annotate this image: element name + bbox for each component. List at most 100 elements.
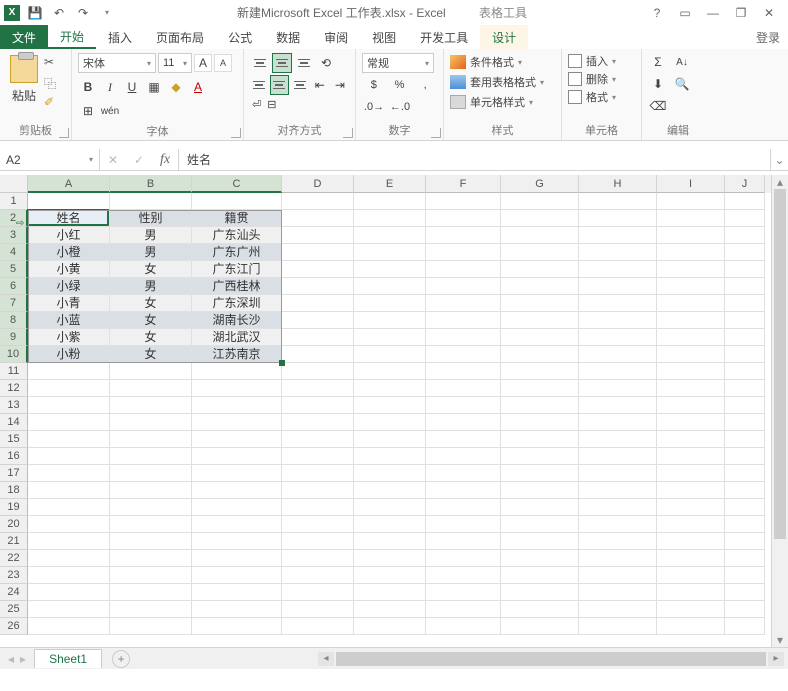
column-header-A[interactable]: A	[28, 175, 110, 193]
bold-button[interactable]: B	[78, 77, 98, 97]
cell[interactable]	[501, 584, 579, 601]
cell[interactable]	[579, 380, 657, 397]
cell[interactable]	[192, 533, 282, 550]
cell[interactable]	[426, 499, 501, 516]
scroll-down-icon[interactable]: ▾	[772, 633, 788, 647]
new-sheet-button[interactable]: +	[112, 650, 130, 668]
cell[interactable]	[110, 380, 192, 397]
cell[interactable]	[28, 397, 110, 414]
row-header[interactable]: 20	[0, 516, 28, 533]
cell[interactable]	[282, 618, 354, 635]
cell[interactable]: 籍贯	[192, 210, 282, 227]
column-header-G[interactable]: G	[501, 175, 579, 193]
expand-formula-bar-icon[interactable]: ⌄	[770, 149, 788, 170]
cell[interactable]	[579, 448, 657, 465]
cell[interactable]	[657, 363, 725, 380]
cell[interactable]	[282, 363, 354, 380]
cell[interactable]	[28, 567, 110, 584]
cell[interactable]	[579, 584, 657, 601]
delete-cells-button[interactable]: 删除▾	[568, 71, 635, 87]
vertical-scrollbar[interactable]: ▴ ▾	[771, 175, 788, 647]
cell[interactable]	[282, 312, 354, 329]
align-left-button[interactable]	[250, 75, 268, 95]
column-header-I[interactable]: I	[657, 175, 725, 193]
vertical-scroll-thumb[interactable]	[774, 189, 786, 539]
merge-center-button[interactable]: ⊟	[265, 97, 278, 112]
cell[interactable]	[579, 227, 657, 244]
cell[interactable]	[725, 618, 765, 635]
cell[interactable]	[110, 414, 192, 431]
cell[interactable]	[354, 584, 426, 601]
cell[interactable]: 小橙	[28, 244, 110, 261]
cell[interactable]	[725, 278, 765, 295]
font-color-button[interactable]: A	[188, 77, 208, 97]
cell[interactable]	[282, 516, 354, 533]
cell[interactable]: 女	[110, 329, 192, 346]
cell[interactable]	[501, 193, 579, 210]
cell[interactable]	[282, 567, 354, 584]
cell[interactable]	[426, 278, 501, 295]
cell-styles-button[interactable]: 单元格样式▾	[450, 93, 555, 111]
cell[interactable]	[579, 346, 657, 363]
cell[interactable]	[110, 533, 192, 550]
cell[interactable]	[354, 431, 426, 448]
sheet-nav-next-icon[interactable]: ▸	[20, 652, 26, 666]
cell[interactable]	[426, 601, 501, 618]
cell[interactable]	[28, 431, 110, 448]
sheet-nav-prev-icon[interactable]: ◂	[8, 652, 14, 666]
cell[interactable]	[501, 380, 579, 397]
hscroll-left-icon[interactable]: ◂	[318, 652, 334, 666]
cell[interactable]	[657, 465, 725, 482]
find-select-button[interactable]: 🔍	[672, 75, 692, 93]
row-header[interactable]: 11	[0, 363, 28, 380]
cell[interactable]	[725, 193, 765, 210]
cell[interactable]	[501, 397, 579, 414]
row-header[interactable]: 13	[0, 397, 28, 414]
tab-developer[interactable]: 开发工具	[408, 25, 480, 49]
cut-icon[interactable]: ✂	[44, 55, 60, 71]
format-painter-icon[interactable]: ✐	[44, 95, 60, 111]
cell[interactable]	[725, 601, 765, 618]
cell[interactable]	[426, 516, 501, 533]
cell[interactable]	[354, 244, 426, 261]
cell[interactable]	[426, 312, 501, 329]
cell[interactable]	[282, 295, 354, 312]
cell[interactable]: 湖南长沙	[192, 312, 282, 329]
cell[interactable]	[426, 533, 501, 550]
phonetic-button[interactable]: wén	[100, 101, 120, 121]
cell[interactable]	[282, 550, 354, 567]
cell[interactable]: 男	[110, 244, 192, 261]
cell[interactable]	[579, 363, 657, 380]
cell[interactable]	[501, 414, 579, 431]
cell[interactable]: 男	[110, 227, 192, 244]
cell[interactable]	[501, 499, 579, 516]
cell[interactable]	[426, 261, 501, 278]
cell[interactable]: 广东深圳	[192, 295, 282, 312]
tab-home[interactable]: 开始	[48, 25, 96, 49]
font-name-combo[interactable]: 宋体▾	[78, 53, 156, 73]
column-header-C[interactable]: C	[192, 175, 282, 193]
cell[interactable]	[28, 601, 110, 618]
orientation-button[interactable]: ⟲	[316, 53, 336, 73]
row-header[interactable]: 19	[0, 499, 28, 516]
cell[interactable]	[354, 278, 426, 295]
cell[interactable]: 小绿	[28, 278, 110, 295]
restore-icon[interactable]: ❐	[732, 4, 750, 22]
cell[interactable]	[354, 261, 426, 278]
minimize-icon[interactable]: —	[704, 4, 722, 22]
cell[interactable]	[501, 601, 579, 618]
cell[interactable]	[426, 482, 501, 499]
cell[interactable]: 小黄	[28, 261, 110, 278]
cell[interactable]	[657, 227, 725, 244]
cell[interactable]	[354, 567, 426, 584]
name-box[interactable]: A2▾	[0, 149, 100, 170]
cell[interactable]	[354, 618, 426, 635]
cell[interactable]	[426, 618, 501, 635]
column-header-E[interactable]: E	[354, 175, 426, 193]
cell[interactable]	[282, 397, 354, 414]
row-header[interactable]: 21	[0, 533, 28, 550]
cell[interactable]	[192, 431, 282, 448]
cell[interactable]	[501, 227, 579, 244]
cell[interactable]	[725, 584, 765, 601]
cell[interactable]	[579, 516, 657, 533]
